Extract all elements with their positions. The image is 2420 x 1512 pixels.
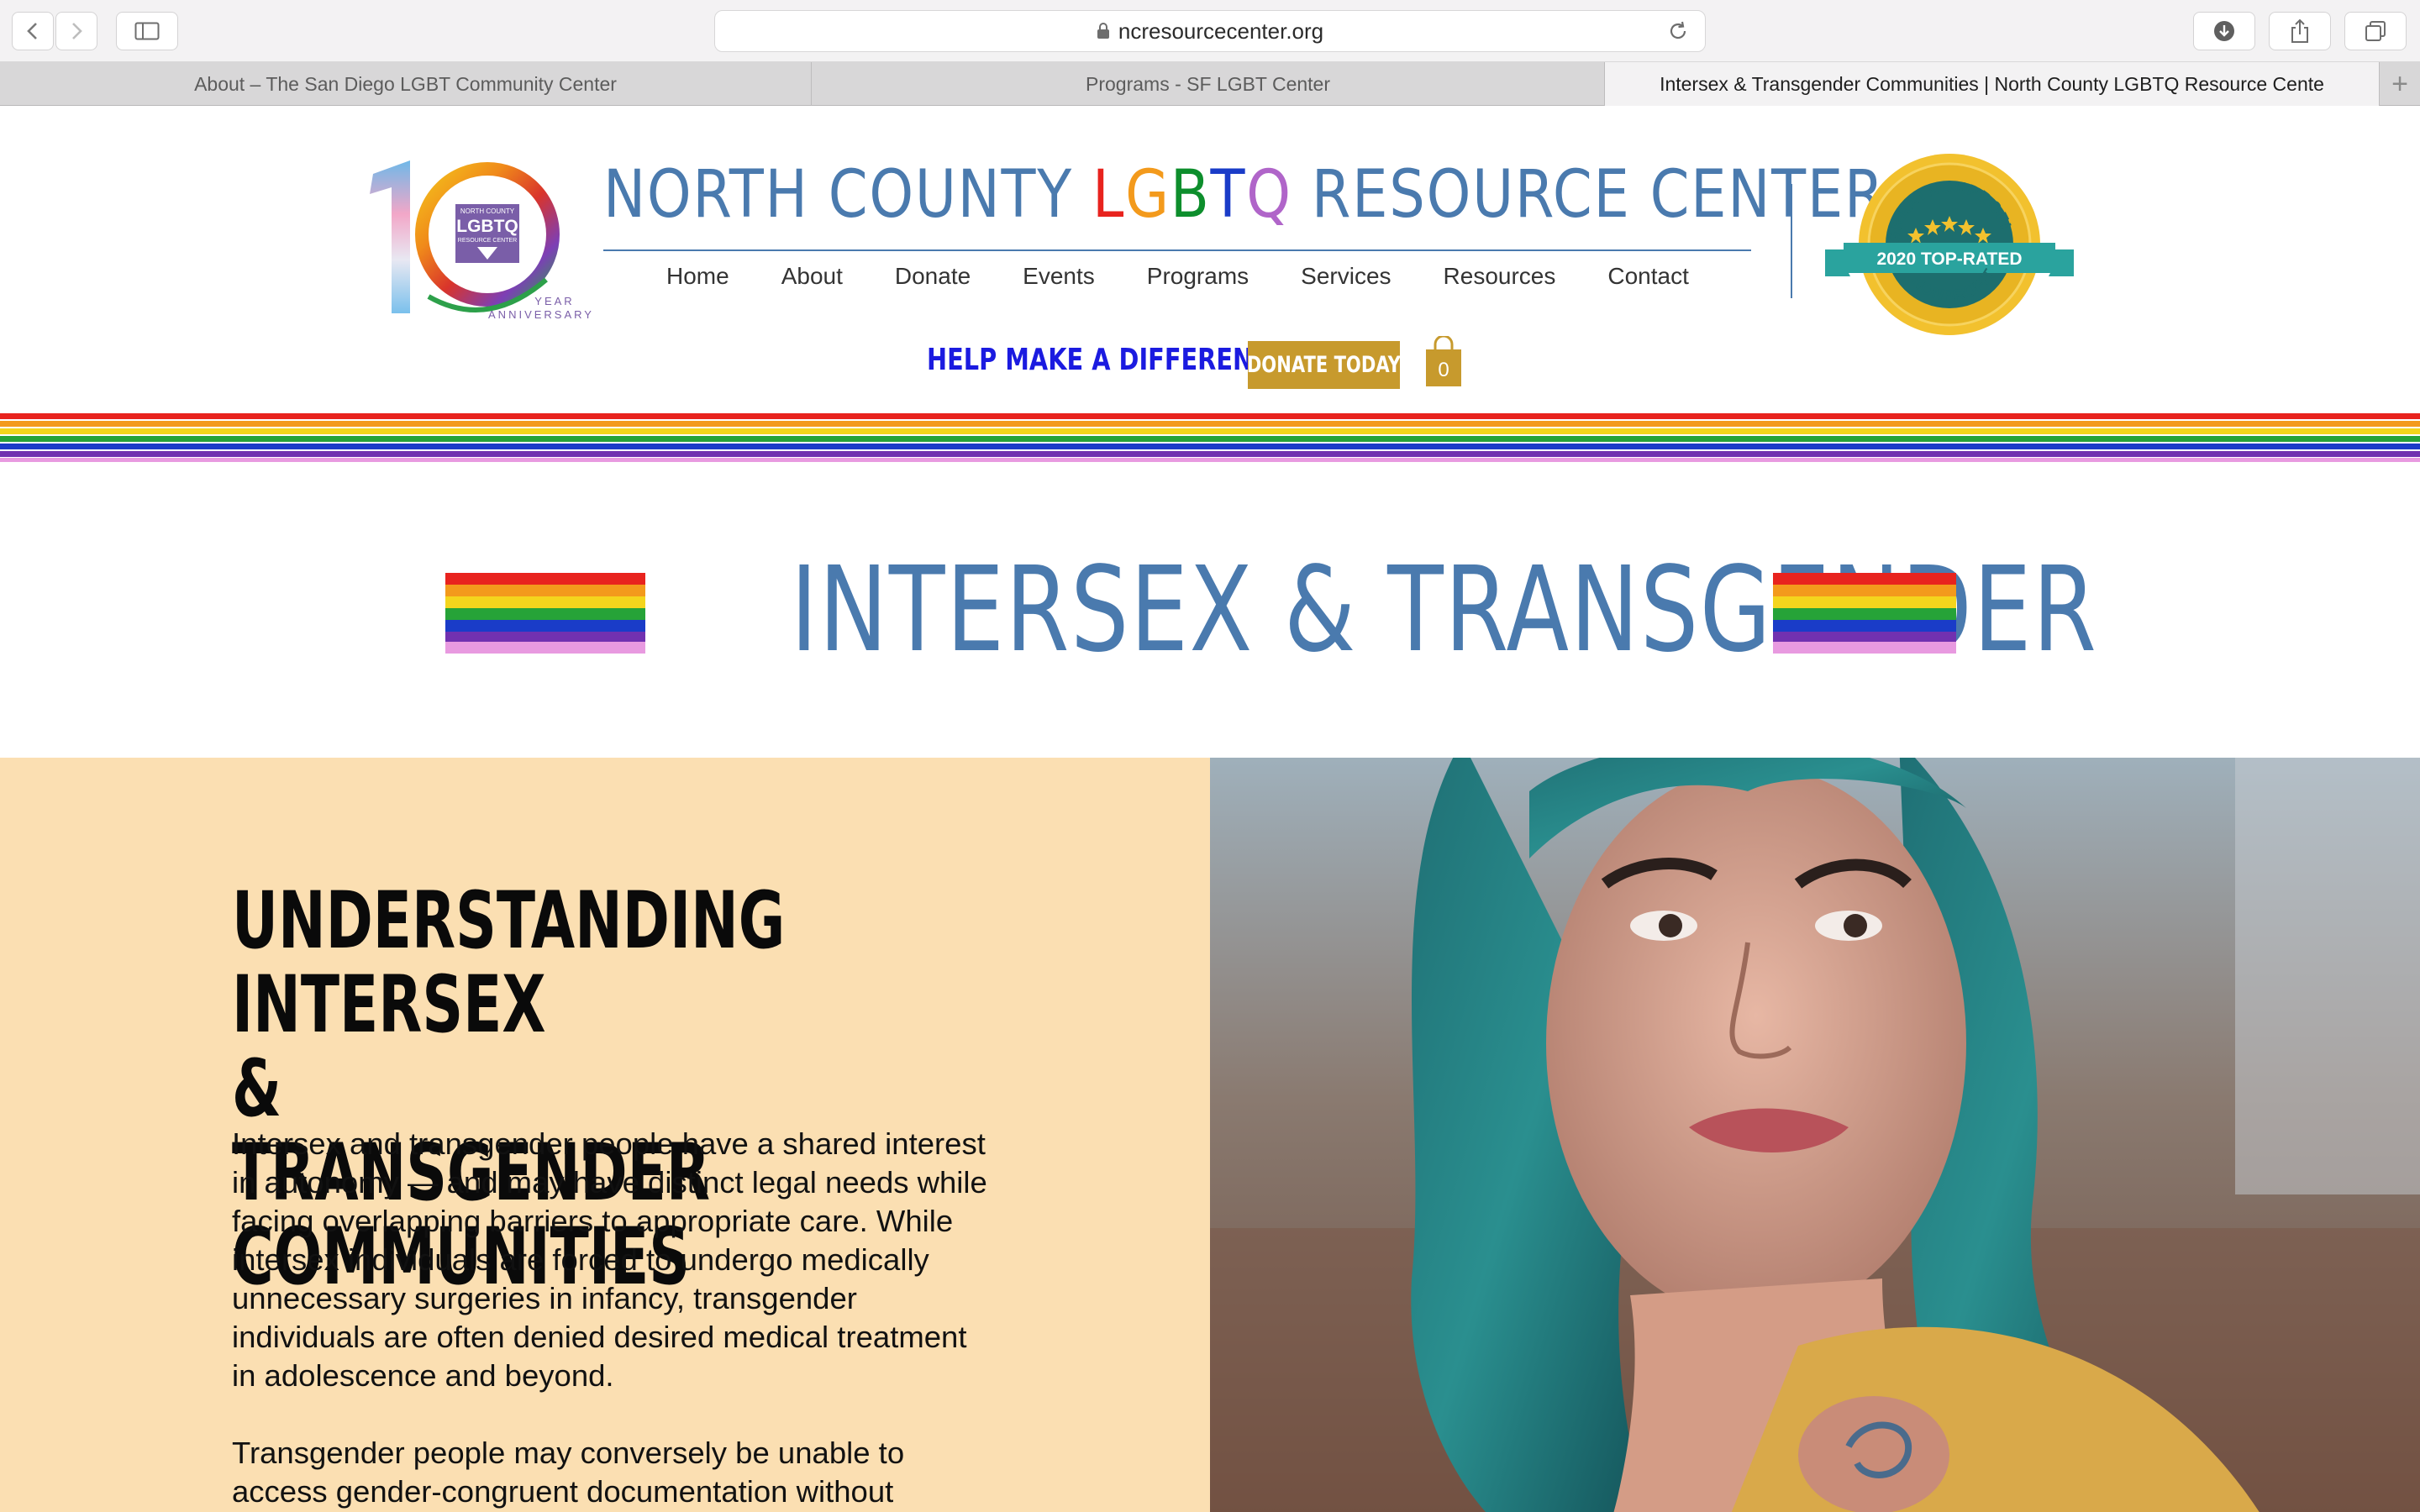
logo-anniversary-text: ANNIVERSARY [488,308,594,321]
portrait-photo [1210,758,2420,1512]
logo-small-text-top: NORTH COUNTY [460,207,515,215]
downloads-button[interactable] [2193,12,2255,50]
nav-home[interactable]: Home [640,263,755,290]
sidebar-icon [134,22,160,40]
badge-ribbon-text: 2020 TOP-RATED [1876,249,2022,269]
greatnonprofits-badge[interactable]: GREATNONPROFITS 2020 TOP-RATED NONPROFIT [1825,150,2074,337]
main-nav: Home About Donate Events Programs Servic… [640,263,1715,290]
sidebar-button[interactable] [116,12,178,50]
website: NORTH COUNTY LGBTQ RESOURCE CENTER YEAR … [0,107,2420,1512]
tab-san-diego[interactable]: About – The San Diego LGBT Community Cen… [0,62,812,106]
title-letter-l: L [1092,157,1126,233]
reload-icon[interactable] [1666,19,1690,43]
tab-bar: About – The San Diego LGBT Community Cen… [0,62,2420,106]
title-north-county: NORTH COUNTY [603,157,1093,233]
title-letter-b: B [1170,157,1211,233]
nav-services[interactable]: Services [1275,263,1417,290]
tab-title: About – The San Diego LGBT Community Cen… [194,72,617,95]
help-make-a-difference: HELP MAKE A DIFFERENCE [927,343,1287,377]
title-letter-g: G [1125,157,1171,233]
share-button[interactable] [2269,12,2331,50]
download-icon [2214,21,2234,41]
back-button[interactable] [12,12,54,50]
title-resource-center: RESOURCE CENTER [1292,157,1886,233]
section-body: Intersex and transgender people have a s… [232,1125,988,1512]
chevron-right-icon [72,23,82,39]
lock-icon [1097,23,1109,39]
site-title[interactable]: NORTH COUNTY LGBTQ RESOURCE CENTER [603,157,1884,233]
new-tab-button[interactable]: + [2380,62,2420,106]
rainbow-stripe-band [0,413,2420,462]
title-underline [603,249,1751,251]
rainbow-flag-left [445,573,645,654]
header-divider [1791,184,1792,298]
ten-year-anniversary-logo[interactable]: NORTH COUNTY LGBTQ RESOURCE CENTER YEAR … [361,154,605,322]
nav-programs[interactable]: Programs [1121,263,1275,290]
nav-events[interactable]: Events [997,263,1121,290]
tab-overview-button[interactable] [2344,12,2407,50]
nav-resources[interactable]: Resources [1418,263,1582,290]
cart-count: 0 [1438,359,1449,381]
page-heading: INTERSEX & TRANSGENDER [790,542,2098,679]
title-letter-q: Q [1246,157,1292,233]
logo-year-text: YEAR [534,295,574,307]
share-icon [2291,18,2308,43]
donate-today-label: DONATE TODAY [1246,352,1402,378]
forward-button[interactable] [55,12,97,50]
tab-nc-resource-center[interactable]: Intersex & Transgender Communities | Nor… [1605,62,2380,106]
address-bar[interactable]: ncresourcecenter.org [714,10,1706,52]
tab-sf-center[interactable]: Programs - SF LGBT Center [812,62,1605,106]
donate-today-button[interactable]: DONATE TODAY [1246,341,1402,389]
rainbow-flag-right [1773,573,1956,654]
nav-about[interactable]: About [755,263,869,290]
paragraph-1: Intersex and transgender people have a s… [232,1126,987,1393]
tab-title: Intersex & Transgender Communities | Nor… [1660,72,2324,95]
nav-contact[interactable]: Contact [1581,263,1715,290]
tab-title: Programs - SF LGBT Center [1086,72,1330,95]
logo-small-text-bottom: RESOURCE CENTER [458,238,517,244]
nav-donate[interactable]: Donate [869,263,997,290]
title-letter-t: T [1210,157,1247,233]
browser-toolbar: ncresourcecenter.org [0,0,2420,62]
tabs-icon [2365,21,2386,41]
paragraph-2: Transgender people may conversely be una… [232,1436,905,1509]
logo-badge-text: LGBTQ [456,217,518,236]
chevron-left-icon [27,23,37,39]
plus-icon: + [2391,67,2408,100]
url-text: ncresourcecenter.org [1118,18,1324,44]
